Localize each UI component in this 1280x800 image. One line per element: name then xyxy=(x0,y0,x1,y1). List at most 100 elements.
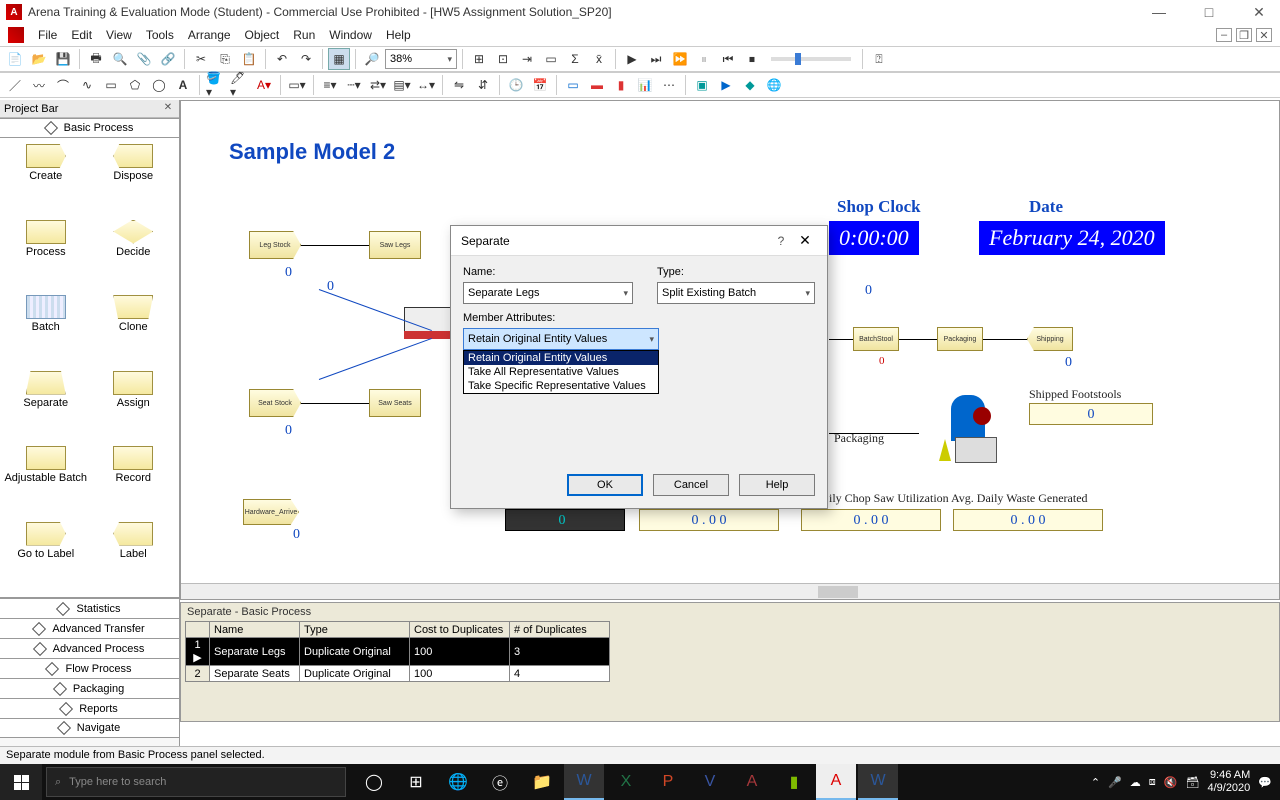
module-batch[interactable]: Batch xyxy=(2,295,90,365)
polygon-tool-icon[interactable]: ⬠ xyxy=(124,74,146,96)
menu-window[interactable]: Window xyxy=(329,28,372,42)
run-fast-icon[interactable]: ⏩ xyxy=(669,48,691,70)
window-color-icon[interactable]: ▭▾ xyxy=(286,74,308,96)
line-style-icon[interactable]: ┄▾ xyxy=(343,74,365,96)
module-process[interactable]: Process xyxy=(2,220,90,290)
member-option-take-all[interactable]: Take All Representative Values xyxy=(464,365,658,379)
tray-battery-icon[interactable]: 🗃 xyxy=(1186,776,1200,789)
line-color-icon[interactable]: 🖊▾ xyxy=(229,74,251,96)
taskview-icon[interactable]: ⊞ xyxy=(396,764,436,800)
submodel-icon[interactable]: ▭ xyxy=(540,48,562,70)
block-batchstool[interactable]: BatchStool xyxy=(853,327,899,351)
member-option-retain[interactable]: Retain Original Entity Values xyxy=(464,351,658,365)
open-icon[interactable]: 📂 xyxy=(28,48,50,70)
line-width-icon[interactable]: ≡▾ xyxy=(319,74,341,96)
module-separate[interactable]: Separate xyxy=(2,371,90,441)
clock-anim-icon[interactable]: 🕒 xyxy=(505,74,527,96)
save-icon[interactable]: 💾 xyxy=(52,48,74,70)
show-dim-icon[interactable]: ↔▾ xyxy=(415,74,437,96)
arrow-style-icon[interactable]: ⇄▾ xyxy=(367,74,389,96)
cortana-icon[interactable]: ◯ xyxy=(354,764,394,800)
attach-icon[interactable]: 📎 xyxy=(133,48,155,70)
module-record[interactable]: Record xyxy=(90,446,178,516)
tray-volume-icon[interactable]: 🔇 xyxy=(1164,776,1178,789)
block-saw-seats[interactable]: Saw Seats xyxy=(369,389,421,417)
new-icon[interactable]: 📄 xyxy=(4,48,26,70)
mdi-close[interactable]: ✕ xyxy=(1256,28,1272,42)
chart-app-icon[interactable]: ▮ xyxy=(774,764,814,800)
excel-icon[interactable]: X xyxy=(606,764,646,800)
copy-icon[interactable]: ⎘ xyxy=(214,48,236,70)
module-adjustable-batch[interactable]: Adjustable Batch xyxy=(2,446,90,516)
canvas-scrollbar-h[interactable] xyxy=(181,583,1279,599)
tray-clock[interactable]: 9:46 AM 4/9/2020 xyxy=(1207,769,1250,795)
fill-color-icon[interactable]: 🪣▾ xyxy=(205,74,227,96)
module-decide[interactable]: Decide xyxy=(90,220,178,290)
snap-icon[interactable]: ⊞ xyxy=(468,48,490,70)
name-combo[interactable]: Separate Legs xyxy=(463,282,633,304)
tray-dropbox-icon[interactable]: ⧈ xyxy=(1149,776,1156,789)
line-pattern-icon[interactable]: ▤▾ xyxy=(391,74,413,96)
taskbar-search[interactable]: ⌕ Type here to search xyxy=(46,767,346,797)
zoom-combo[interactable]: 38% xyxy=(385,49,457,69)
cut-icon[interactable]: ✂ xyxy=(190,48,212,70)
arc-tool-icon[interactable]: ⌒ xyxy=(52,74,74,96)
table-row[interactable]: 1 ▶Separate LegsDuplicate Original1003 xyxy=(186,638,610,666)
word2-icon[interactable]: W xyxy=(858,764,898,800)
tray-chevron-icon[interactable]: ⌃ xyxy=(1091,776,1100,789)
flip-h-icon[interactable]: ⇋ xyxy=(448,74,470,96)
block-saw-legs[interactable]: Saw Legs xyxy=(369,231,421,259)
magnify-icon[interactable]: 🔎 xyxy=(361,48,383,70)
tray-onedrive-icon[interactable]: ☁ xyxy=(1130,776,1141,789)
panel-reports[interactable]: Reports xyxy=(0,698,179,718)
sheet-table[interactable]: NameTypeCost to Duplicates# of Duplicate… xyxy=(185,621,610,682)
close-button[interactable]: ✕ xyxy=(1244,4,1274,21)
help-button[interactable]: Help xyxy=(739,474,815,496)
transporter-anim-icon[interactable]: ▶ xyxy=(715,74,737,96)
print-icon[interactable]: 🖶 xyxy=(85,48,107,70)
run-stop-icon[interactable]: ⏹ xyxy=(741,48,763,70)
speed-slider[interactable] xyxy=(771,57,851,61)
menu-arrange[interactable]: Arrange xyxy=(188,28,231,42)
visio-icon[interactable]: V xyxy=(690,764,730,800)
preview-icon[interactable]: 🔍 xyxy=(109,48,131,70)
member-option-take-specific[interactable]: Take Specific Representative Values xyxy=(464,379,658,393)
histogram-anim-icon[interactable]: ▮ xyxy=(610,74,632,96)
access-icon[interactable]: A xyxy=(732,764,772,800)
rect-tool-icon[interactable]: ▭ xyxy=(100,74,122,96)
word-icon[interactable]: W xyxy=(564,764,604,800)
project-bar-close-icon[interactable]: ✕ xyxy=(161,102,175,116)
line-tool-icon[interactable]: ／ xyxy=(4,74,26,96)
tray-notifications-icon[interactable]: 💬 xyxy=(1258,776,1272,789)
text-tool-icon[interactable]: A xyxy=(172,74,194,96)
menu-object[interactable]: Object xyxy=(245,28,280,42)
menu-help[interactable]: Help xyxy=(386,28,411,42)
link-icon[interactable]: 🔗 xyxy=(157,48,179,70)
module-label[interactable]: Label xyxy=(90,522,178,592)
paste-icon[interactable]: 📋 xyxy=(238,48,260,70)
cancel-button[interactable]: Cancel xyxy=(653,474,729,496)
ellipse-tool-icon[interactable]: ◯ xyxy=(148,74,170,96)
mdi-minimize[interactable]: – xyxy=(1216,28,1232,42)
table-row[interactable]: 2Separate SeatsDuplicate Original1004 xyxy=(186,666,610,682)
menu-edit[interactable]: Edit xyxy=(71,28,92,42)
tray-mic-icon[interactable]: 🎤 xyxy=(1108,776,1122,789)
bezier-tool-icon[interactable]: ∿ xyxy=(76,74,98,96)
menu-file[interactable]: File xyxy=(38,28,57,42)
panel-flow-process[interactable]: Flow Process xyxy=(0,658,179,678)
module-create[interactable]: Create xyxy=(2,144,90,214)
dialog-help-icon[interactable]: ? xyxy=(769,234,793,248)
queue-anim-icon[interactable]: ⋯ xyxy=(658,74,680,96)
block-leg-stock[interactable]: Leg Stock xyxy=(249,231,301,259)
maximize-button[interactable]: □ xyxy=(1194,4,1224,21)
panel-packaging[interactable]: Packaging xyxy=(0,678,179,698)
module-assign[interactable]: Assign xyxy=(90,371,178,441)
explorer-icon[interactable]: 📁 xyxy=(522,764,562,800)
polyline-tool-icon[interactable]: 〰 xyxy=(28,74,50,96)
run-step-icon[interactable]: ⏭ xyxy=(645,48,667,70)
level-anim-icon[interactable]: ▬ xyxy=(586,74,608,96)
flip-v-icon[interactable]: ⇵ xyxy=(472,74,494,96)
text-color-icon[interactable]: A▾ xyxy=(253,74,275,96)
panel-statistics[interactable]: Statistics xyxy=(0,598,179,618)
module-dispose[interactable]: Dispose xyxy=(90,144,178,214)
